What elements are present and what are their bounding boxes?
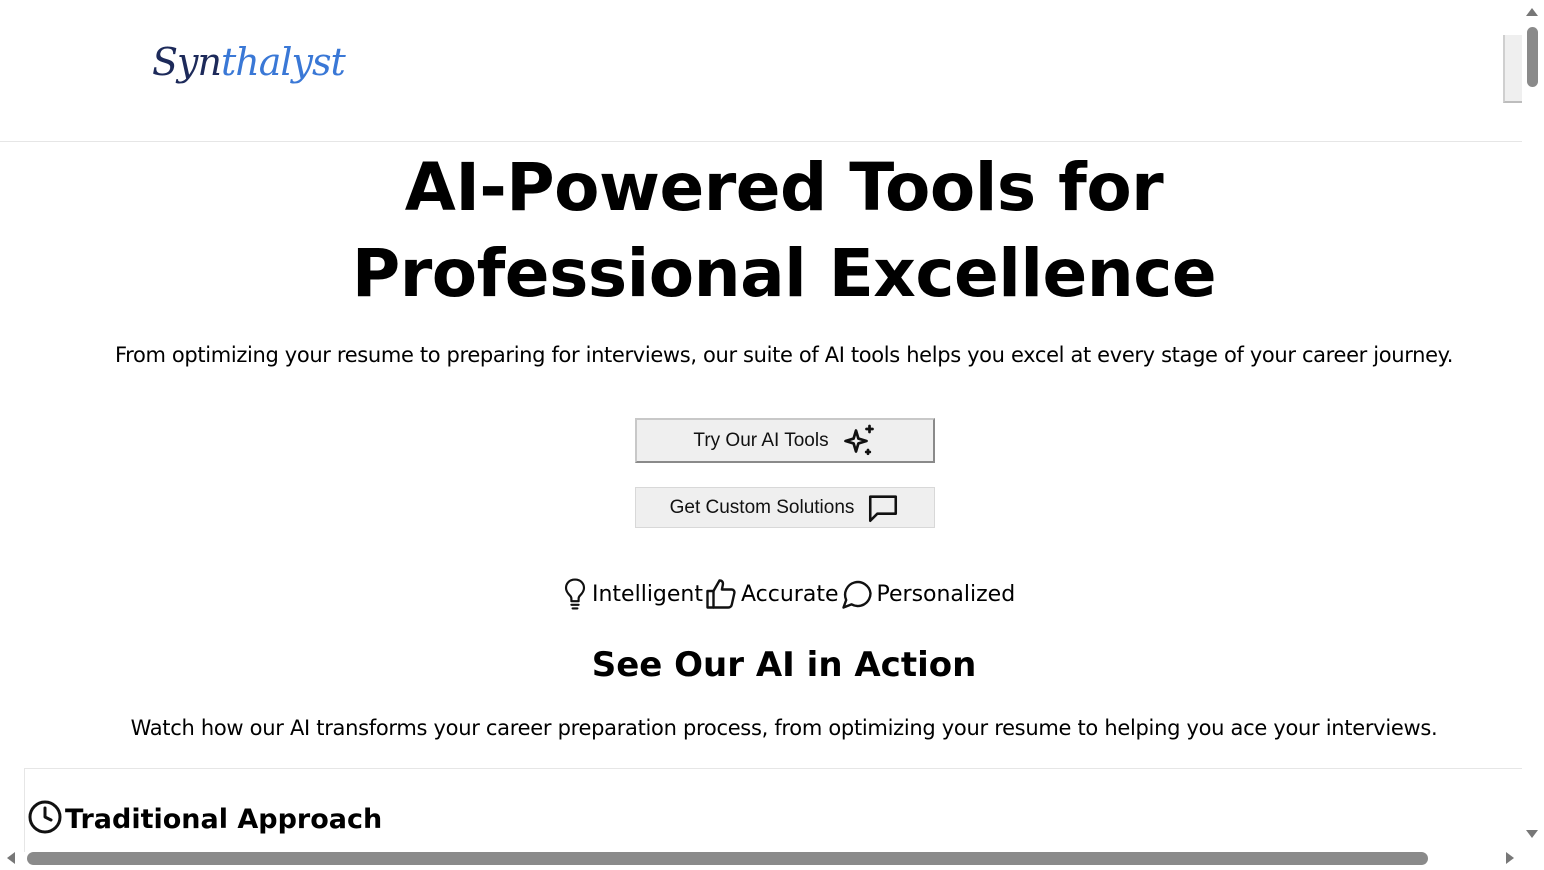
logo-text-dark: Syn xyxy=(152,40,222,84)
site-header: Synthalyst xyxy=(0,0,1522,142)
feature-accurate-label: Accurate xyxy=(741,581,839,607)
card-header: Traditional Approach xyxy=(27,799,382,839)
try-ai-tools-label: Try Our AI Tools xyxy=(693,429,829,451)
demo-section-subtitle: Watch how our AI transforms your career … xyxy=(130,716,1438,740)
feature-list: Intelligent Accurate Personalized xyxy=(560,574,1015,614)
clock-icon xyxy=(27,799,63,839)
scroll-up-arrow-icon[interactable] xyxy=(1526,8,1538,16)
get-custom-solutions-button[interactable]: Get Custom Solutions xyxy=(635,487,935,528)
demo-section-title: See Our AI in Action xyxy=(591,645,977,685)
message-square-icon xyxy=(866,491,900,525)
feature-intelligent-label: Intelligent xyxy=(592,581,703,607)
vertical-scrollbar-thumb[interactable] xyxy=(1527,27,1538,87)
traditional-approach-card: Traditional Approach xyxy=(24,768,1522,852)
logo[interactable]: Synthalyst xyxy=(152,40,346,84)
lightbulb-icon xyxy=(560,576,590,612)
card-title: Traditional Approach xyxy=(65,803,383,835)
hero-title: AI-Powered Tools for Professional Excell… xyxy=(0,145,1522,317)
feature-intelligent: Intelligent xyxy=(560,576,703,612)
scroll-down-arrow-icon[interactable] xyxy=(1526,830,1538,838)
thumbs-up-icon xyxy=(703,576,739,612)
feature-accurate: Accurate xyxy=(703,576,839,612)
feature-personalized: Personalized xyxy=(839,576,1016,612)
hero-title-line-1: AI-Powered Tools for xyxy=(404,149,1164,226)
hero-subtitle: From optimizing your resume to preparing… xyxy=(114,343,1454,367)
menu-toggle-button[interactable] xyxy=(1503,35,1522,103)
logo-text-accent: thalyst xyxy=(220,40,346,84)
scroll-left-arrow-icon[interactable] xyxy=(7,852,15,864)
scroll-right-arrow-icon[interactable] xyxy=(1506,852,1514,864)
message-circle-icon xyxy=(839,576,875,612)
hero-title-line-2: Professional Excellence xyxy=(351,235,1217,312)
vertical-scrollbar[interactable] xyxy=(1522,0,1544,852)
horizontal-scrollbar[interactable] xyxy=(0,852,1522,870)
feature-personalized-label: Personalized xyxy=(876,581,1016,607)
horizontal-scrollbar-thumb[interactable] xyxy=(27,852,1428,865)
try-ai-tools-button[interactable]: Try Our AI Tools xyxy=(635,418,935,463)
get-custom-solutions-label: Get Custom Solutions xyxy=(669,496,855,518)
page-viewport: Synthalyst AI-Powered Tools for Professi… xyxy=(0,0,1522,852)
sparkles-icon xyxy=(841,423,877,459)
